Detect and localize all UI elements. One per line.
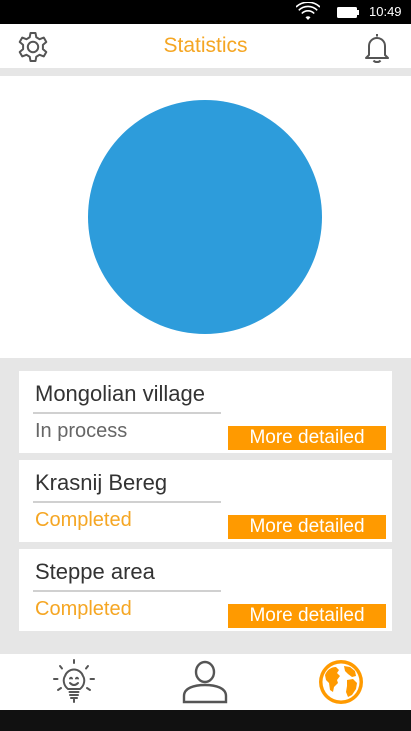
profile-icon[interactable] (181, 658, 229, 706)
globe-icon[interactable] (317, 658, 365, 706)
status-bar: 10:49 (0, 0, 411, 24)
wifi-icon (296, 2, 320, 20)
project-status: Completed (35, 598, 132, 620)
project-card-steppe-area: Steppe area Completed More detailed (19, 549, 392, 631)
project-name: Mongolian village (35, 381, 205, 406)
project-name: Steppe area (35, 559, 155, 584)
project-status: In process (35, 420, 128, 442)
lightbulb-icon[interactable] (50, 658, 98, 706)
project-name: Krasnij Bereg (35, 470, 168, 495)
page-title: Statistics (163, 34, 248, 57)
more-detailed-button[interactable]: More detailed (228, 604, 386, 628)
more-detailed-button[interactable]: More detailed (228, 515, 386, 539)
project-card-krasnij-bereg: Krasnij Bereg Completed More detailed (19, 460, 392, 542)
more-detailed-button[interactable]: More detailed (228, 426, 386, 450)
divider (33, 590, 221, 592)
system-navigation-bar (0, 710, 411, 731)
bottom-navigation (0, 654, 411, 710)
battery-icon (337, 7, 359, 18)
pie-chart (88, 100, 322, 334)
status-time: 10:49 (369, 4, 402, 19)
chart-card (0, 76, 411, 358)
bell-icon[interactable] (360, 30, 394, 64)
pie-slice (88, 100, 322, 334)
app-bar: Statistics (0, 24, 411, 68)
divider (33, 501, 221, 503)
project-card-mongolian-village: Mongolian village In process More detail… (19, 371, 392, 453)
project-status: Completed (35, 509, 132, 531)
divider (33, 412, 221, 414)
